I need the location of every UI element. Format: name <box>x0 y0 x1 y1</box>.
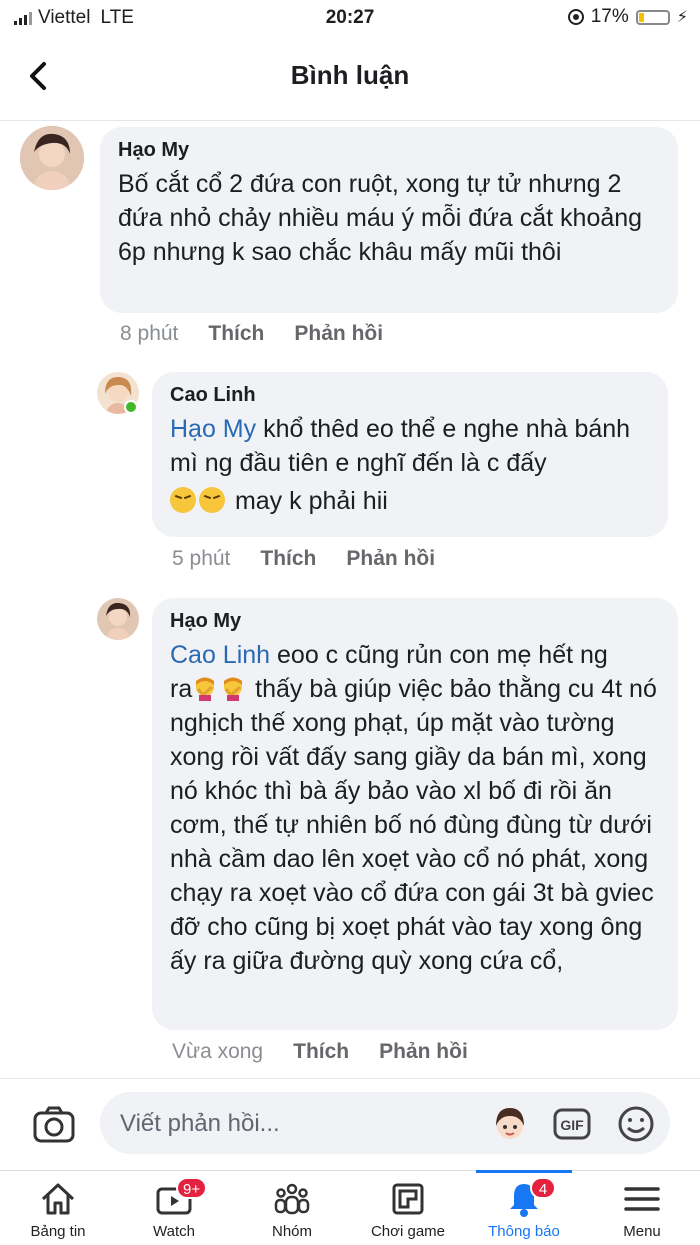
avatar-sticker-icon <box>496 1108 524 1139</box>
avatar[interactable] <box>20 126 84 190</box>
comment-author[interactable]: Hạo My <box>170 610 660 633</box>
tab-news-feed[interactable]: Bảng tin <box>8 1171 108 1245</box>
comment-time: Vừa xong <box>172 1040 264 1063</box>
comment-body-start: ra <box>170 675 193 703</box>
tab-label: Nhóm <box>271 1223 312 1240</box>
tab-label: Chơi game <box>370 1223 446 1240</box>
gif-button[interactable]: GIF <box>552 1104 592 1149</box>
tab-groups[interactable]: Nhóm <box>242 1171 342 1245</box>
comment-text: Cao Linh eoo c cũng rủn con mẹ hết ng ra … <box>170 638 660 978</box>
comment-bubble: Hạo My Bố cắt cổ 2 đứa con ruột, xong tự… <box>100 127 678 313</box>
like-button[interactable]: Thích <box>260 547 316 571</box>
comment-text: Bố cắt cổ 2 đứa con ruột, xong tự tử như… <box>118 170 643 266</box>
header: Bình luận <box>0 36 700 121</box>
smiley-icon <box>618 1106 654 1142</box>
comment-emoji-text: may k phải hii <box>234 487 388 515</box>
camera-icon <box>33 1106 75 1143</box>
facepalm-emoji-icon <box>224 677 243 701</box>
reply-input-container: GIF <box>100 1092 670 1154</box>
comment-body-line1: eoo c cũng rủn con mẹ hết ng <box>270 641 608 669</box>
comment-actions: 5 phút Thích Phản hồi <box>172 547 435 571</box>
battery-percent: 17% <box>590 6 629 27</box>
battery-icon <box>635 9 670 25</box>
reply-button[interactable]: Phản hồi <box>346 547 435 571</box>
bottom-nav: Bảng tin 9+ Watch Nhóm Chơi game 4 Thông… <box>0 1170 700 1245</box>
tab-label: Thông báo <box>488 1223 560 1240</box>
like-button[interactable]: Thích <box>293 1040 349 1064</box>
avatar-sticker-button[interactable] <box>490 1104 530 1149</box>
notification-badge: 4 <box>530 1177 556 1199</box>
status-bar: Viettel LTE 20:27 17% ⚡ <box>0 0 700 36</box>
comment-bubble: Cao Linh Hạo My khổ thêd eo thể e nghe n… <box>152 372 668 537</box>
tab-label: Bảng tin <box>30 1223 86 1240</box>
tired-face-emoji-icon <box>170 487 196 513</box>
gaming-icon <box>392 1183 424 1215</box>
comment-body: thấy bà giúp việc bảo thằng cu 4t nó ngh… <box>170 675 657 975</box>
gif-label: GIF <box>560 1117 584 1133</box>
mention-link[interactable]: Hạo My <box>170 415 256 443</box>
comment-time: 8 phút <box>120 322 179 345</box>
tab-label: Menu <box>623 1223 661 1240</box>
menu-icon <box>624 1187 660 1211</box>
reply-button[interactable]: Phản hồi <box>379 1040 468 1064</box>
like-button[interactable]: Thích <box>208 322 264 346</box>
avatar[interactable] <box>97 598 139 640</box>
tab-menu[interactable]: Menu <box>592 1171 692 1245</box>
page-title: Bình luận <box>290 60 410 90</box>
comment-actions: Vừa xong Thích Phản hồi <box>172 1040 468 1064</box>
comment-text: Hạo My khổ thêd eo thể e nghe nhà bánh m… <box>170 412 650 480</box>
home-icon <box>41 1183 75 1215</box>
notification-badge: 9+ <box>176 1177 208 1199</box>
reply-button[interactable]: Phản hồi <box>294 322 383 346</box>
tab-watch[interactable]: 9+ Watch <box>124 1171 224 1245</box>
comment-author[interactable]: Cao Linh <box>170 384 650 407</box>
comment-author[interactable]: Hạo My <box>118 139 660 162</box>
charging-icon: ⚡ <box>676 9 688 26</box>
tab-gaming[interactable]: Chơi game <box>358 1171 458 1245</box>
mention-link[interactable]: Cao Linh <box>170 641 270 669</box>
comment-time: 5 phút <box>172 547 231 570</box>
camera-button[interactable] <box>32 1105 76 1150</box>
facepalm-emoji-icon <box>196 677 215 701</box>
active-tab-indicator <box>476 1170 572 1173</box>
groups-icon <box>274 1183 310 1215</box>
comment-bubble: Hạo My Cao Linh eoo c cũng rủn con mẹ hế… <box>152 598 678 1030</box>
orientation-lock-icon <box>567 9 584 25</box>
tab-label: Watch <box>153 1223 195 1240</box>
reply-bar: GIF <box>0 1078 700 1171</box>
comment-actions: 8 phút Thích Phản hồi <box>120 322 383 346</box>
tired-face-emoji-icon <box>199 487 225 513</box>
comment-emoji-line: may k phải hii <box>170 484 650 518</box>
online-indicator <box>124 400 138 414</box>
emoji-button[interactable] <box>616 1104 656 1149</box>
tab-notifications[interactable]: 4 Thông báo <box>474 1170 574 1245</box>
gif-icon: GIF <box>553 1108 591 1140</box>
reply-input[interactable] <box>118 1108 472 1140</box>
